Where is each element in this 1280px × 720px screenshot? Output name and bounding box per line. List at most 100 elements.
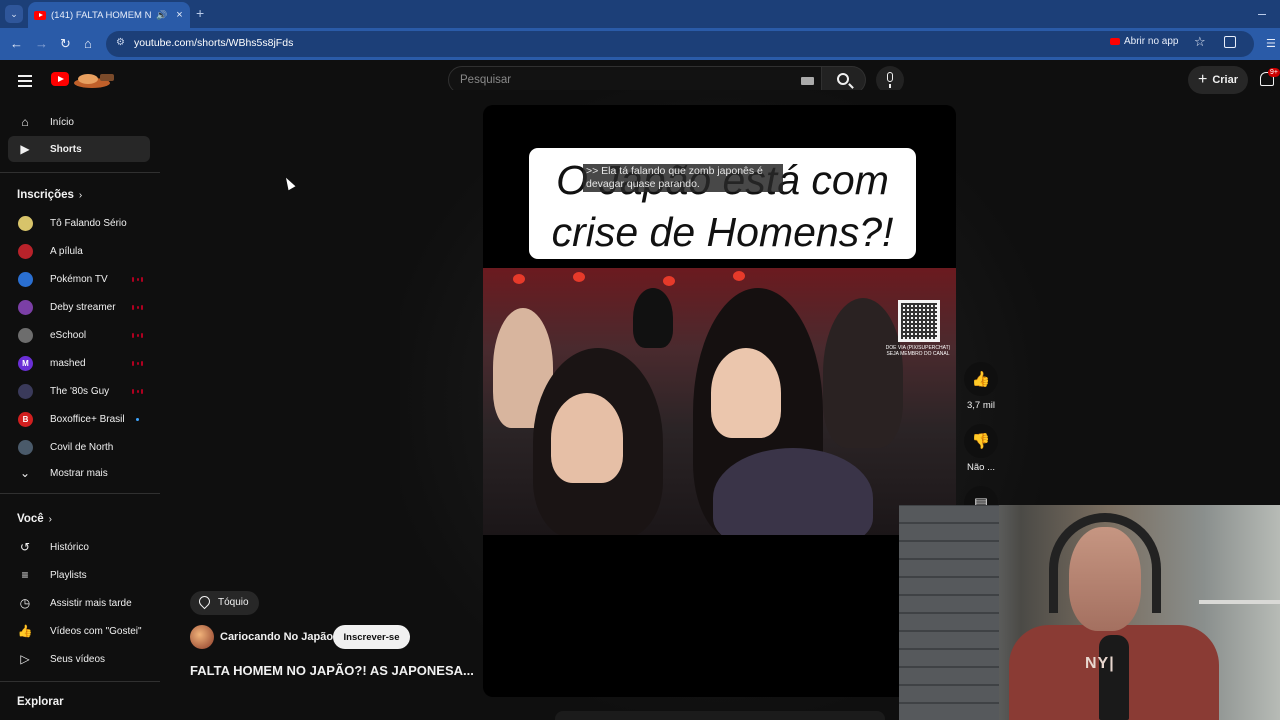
person	[633, 288, 673, 348]
explore-heading: Explorar	[17, 696, 64, 708]
brick-wall	[899, 505, 999, 720]
lantern	[663, 276, 675, 286]
new-tab-button[interactable]: +	[196, 5, 204, 21]
extensions-icon[interactable]	[1224, 36, 1236, 48]
thumbs-up-icon: 👍	[964, 362, 998, 396]
sidebar-item-subscription[interactable]: eSchool	[8, 322, 150, 348]
youtube-logo-icon[interactable]	[51, 72, 69, 86]
open-in-app-button[interactable]: Abrir no app	[1110, 36, 1178, 47]
channel-avatar: M	[18, 355, 33, 371]
dislike-button[interactable]: 👎 Não ...	[964, 424, 998, 473]
your-videos-icon: ▷	[20, 652, 30, 666]
search-input[interactable]: Pesquisar	[460, 74, 511, 86]
location-chip[interactable]: Tóquio	[190, 591, 259, 615]
history-icon: ↺	[19, 540, 31, 554]
live-indicator-icon	[132, 360, 143, 366]
sidebar-item-history[interactable]: ↺ Histórico	[8, 534, 150, 560]
forward-arrow-icon[interactable]: →	[35, 36, 48, 52]
channel-avatar	[18, 383, 33, 399]
sidebar-item-subscription[interactable]: Tô Falando Sério	[8, 210, 150, 236]
sidebar-item-subscription[interactable]: B Boxoffice+ Brasil	[8, 406, 150, 432]
person	[823, 298, 903, 448]
sidebar-item-subscription[interactable]: Pokémon TV	[8, 266, 150, 292]
microphone-stand	[1099, 635, 1129, 720]
show-more-label: Mostrar mais	[50, 467, 108, 479]
doodle-logo-icon[interactable]	[72, 72, 118, 88]
shirt-print: NY|	[1085, 655, 1115, 672]
sidebar-item-label: Assistir mais tarde	[50, 597, 132, 609]
create-button[interactable]: + Criar	[1188, 66, 1248, 94]
subscribe-button[interactable]: Inscrever-se	[333, 625, 410, 649]
thumbs-down-icon: 👎	[964, 424, 998, 458]
shorts-icon: ▶	[20, 142, 30, 156]
sidebar-item-home[interactable]: ⌂ Início	[8, 109, 150, 135]
reload-icon[interactable]: ↻	[60, 36, 71, 52]
new-content-dot-icon	[136, 417, 139, 421]
live-indicator-icon	[132, 332, 143, 338]
home-icon: ⌂	[21, 115, 29, 129]
keyboard-icon[interactable]	[801, 77, 814, 85]
browser-tab[interactable]: (141) FALTA HOMEM NO JAPÃO 🔊 ×	[28, 2, 190, 28]
channel-avatar	[18, 439, 33, 455]
sidebar-item-subscription[interactable]: Mmashed	[8, 350, 150, 376]
audio-playing-icon[interactable]: 🔊	[156, 10, 167, 21]
sidebar-item-subscription[interactable]: A pílula	[8, 238, 150, 264]
sidebar-item-label: The '80s Guy	[50, 385, 110, 397]
sidebar-item-shorts[interactable]: ▶ Shorts	[8, 136, 150, 162]
bookmark-star-icon[interactable]: ☆	[1194, 34, 1206, 50]
sidebar-item-liked[interactable]: 👍 Vídeos com "Gostei"	[8, 618, 150, 644]
chevron-down-icon: ⌄	[19, 466, 31, 480]
url-text[interactable]: youtube.com/shorts/WBhs5s8jFds	[134, 37, 293, 49]
close-tab-button[interactable]: ×	[176, 9, 182, 21]
video-title[interactable]: FALTA HOMEM NO JAPÃO?! AS JAPONESA...	[190, 663, 474, 678]
live-indicator-icon	[132, 388, 143, 394]
channel-avatar	[18, 243, 33, 259]
like-button[interactable]: 👍 3,7 mil	[964, 362, 998, 411]
sidebar-item-label: Tô Falando Sério	[50, 217, 127, 229]
mouse-cursor-icon	[282, 175, 296, 191]
sidebar: ⌂ Início ▶ Shorts Inscrições › ⌄ Mostrar …	[0, 100, 160, 720]
divider	[0, 493, 160, 494]
sidebar-item-subscription[interactable]: The '80s Guy	[8, 378, 150, 404]
notification-badge: 9+	[1268, 68, 1280, 77]
menu-hamburger-icon[interactable]	[18, 75, 32, 90]
channel-name[interactable]: Cariocando No Japão	[220, 631, 333, 643]
shorts-video-player[interactable]: O Japão está com crise de Homens?! >> El…	[483, 105, 956, 697]
channel-avatar: B	[18, 411, 33, 427]
person	[711, 348, 781, 438]
sidebar-item-your-videos[interactable]: ▷ Seus vídeos	[8, 646, 150, 672]
back-arrow-icon[interactable]: ←	[10, 36, 23, 52]
next-short-preview[interactable]	[555, 711, 885, 720]
sidebar-item-label: Início	[50, 116, 74, 128]
open-in-app-label: Abrir no app	[1124, 36, 1179, 47]
create-label: Criar	[1212, 74, 1239, 86]
sidebar-item-label: mashed	[50, 357, 86, 369]
microphone-icon	[887, 72, 893, 88]
minimize-icon[interactable]	[1258, 14, 1266, 15]
like-count: 3,7 mil	[967, 400, 995, 411]
person	[713, 448, 873, 535]
liked-icon: 👍	[17, 624, 33, 638]
address-bar[interactable]: ⚙ youtube.com/shorts/WBhs5s8jFds Abrir n…	[106, 31, 1254, 57]
sidebar-item-subscription[interactable]: Covil de North	[8, 434, 150, 460]
location-label: Tóquio	[218, 597, 249, 608]
site-info-icon[interactable]: ⚙	[116, 37, 128, 49]
sidebar-item-label: eSchool	[50, 329, 87, 341]
sidebar-item-label: Shorts	[50, 143, 82, 155]
sidebar-item-label: Seus vídeos	[50, 653, 106, 665]
qr-code-icon	[898, 300, 940, 342]
channel-avatar	[18, 215, 33, 231]
channel-avatar	[18, 299, 33, 315]
sidebar-item-subscription[interactable]: Deby streamer	[8, 294, 150, 320]
qr-caption: DOE VIA (PIX/SUPERCHAT) SEJA MEMBRO DO C…	[885, 345, 951, 357]
sidebar-item-watch-later[interactable]: ◷ Assistir mais tarde	[8, 590, 150, 616]
sidebar-item-label: Pokémon TV	[50, 273, 108, 285]
sidebar-item-playlists[interactable]: ≡ Playlists	[8, 562, 150, 588]
home-icon[interactable]: ⌂	[84, 36, 92, 52]
channel-avatar[interactable]	[190, 625, 214, 649]
side-panel-icon[interactable]: ☰	[1266, 37, 1276, 50]
tab-search-button[interactable]: ⌄	[5, 5, 23, 23]
show-more-button[interactable]: ⌄ Mostrar mais	[8, 460, 150, 486]
subscriptions-heading[interactable]: Inscrições ›	[17, 189, 82, 201]
you-heading[interactable]: Você ›	[17, 513, 52, 525]
